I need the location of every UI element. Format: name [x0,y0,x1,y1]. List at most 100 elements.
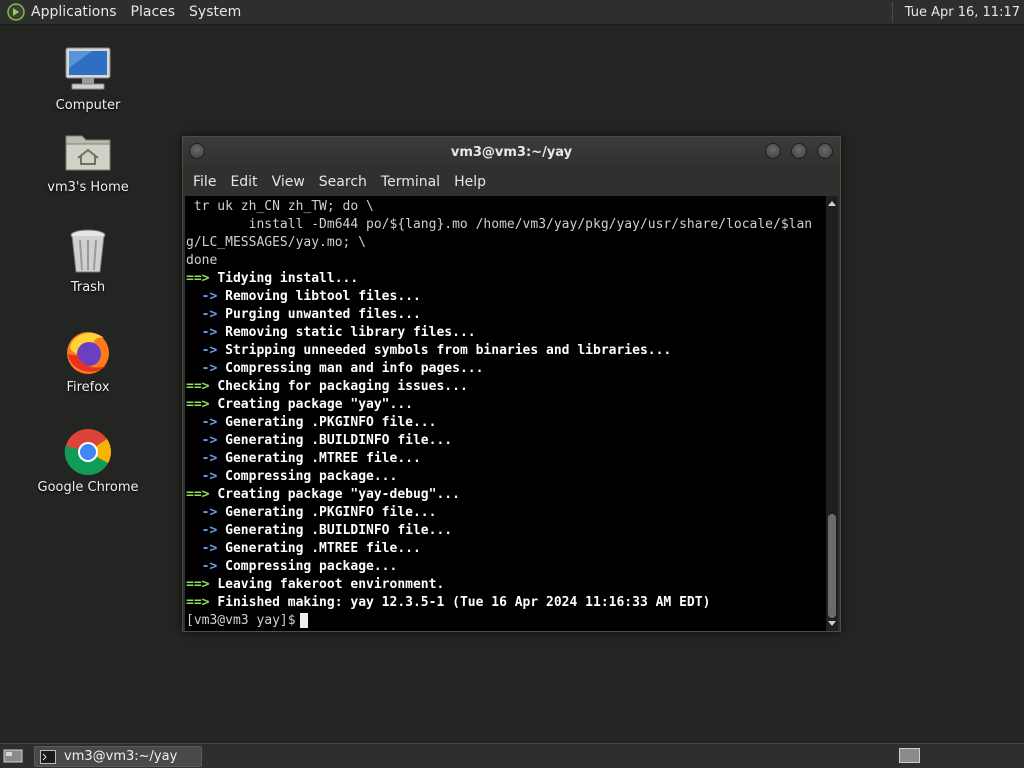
terminal-line: -> Generating .PKGINFO file... [186,504,812,522]
sub-arrow-marker: -> [186,307,226,322]
taskbar-label: vm3@vm3:~/yay [64,749,178,764]
terminal-line: ==> Checking for packaging issues... [186,378,812,396]
terminal-line: ==> Finished making: yay 12.3.5-1 (Tue 1… [186,594,812,612]
menu-system[interactable]: System [189,4,241,20]
menu-applications[interactable]: Applications [31,4,117,20]
menu-edit[interactable]: Edit [230,174,257,190]
terminal-line: done [186,253,218,268]
desktop-icon-home[interactable]: vm3's Home [28,126,148,195]
terminal-line-text: Generating .PKGINFO file... [225,415,437,430]
main-arrow-marker: ==> [186,577,218,592]
computer-icon [65,47,111,90]
terminal-line: -> Purging unwanted files... [186,306,812,324]
desktop-icon-computer[interactable]: Computer [28,44,148,113]
minimize-button[interactable] [765,143,781,159]
close-button[interactable] [817,143,833,159]
scroll-up-arrow-icon[interactable] [828,201,836,206]
main-arrow-marker: ==> [186,379,218,394]
terminal-line: -> Stripping unneeded symbols from binar… [186,342,812,360]
terminal-line-text: Creating package "yay"... [217,397,413,412]
firefox-icon [67,332,109,374]
terminal-window[interactable]: vm3@vm3:~/yay File Edit View Search Term… [182,136,841,632]
menu-file[interactable]: File [193,174,216,190]
terminal-line: -> Generating .MTREE file... [186,540,812,558]
menu-terminal[interactable]: Terminal [381,174,440,190]
mate-logo-icon[interactable] [7,3,25,21]
menu-search[interactable]: Search [319,174,367,190]
desktop-icon-label: Google Chrome [37,480,139,495]
terminal-line: -> Generating .MTREE file... [186,450,812,468]
chrome-icon [64,429,112,475]
terminal-line-text: Tidying install... [217,271,359,286]
terminal-line: tr uk zh_CN zh_TW; do \ [186,199,374,214]
terminal-app-icon [40,749,56,764]
trash-icon [70,229,106,273]
desktop-icon-trash[interactable]: Trash [28,226,148,295]
terminal-line: ==> Leaving fakeroot environment. [186,576,812,594]
terminal-line-text: Compressing package... [225,469,398,484]
terminal-line-text: Generating .BUILDINFO file... [225,523,453,538]
main-arrow-marker: ==> [186,397,218,412]
sub-arrow-marker: -> [186,415,226,430]
clock[interactable]: Tue Apr 16, 11:17 [905,5,1020,20]
sub-arrow-marker: -> [186,361,226,376]
scroll-down-arrow-icon[interactable] [828,621,836,626]
desktop-icon-firefox[interactable]: Firefox [28,326,148,395]
terminal-output[interactable]: tr uk zh_CN zh_TW; do \ install -Dm644 p… [185,196,826,631]
top-panel: Applications Places System Tue Apr 16, 1… [0,0,1024,25]
terminal-line: ==> Creating package "yay-debug"... [186,486,812,504]
terminal-line-text: Removing static library files... [225,325,476,340]
menu-places[interactable]: Places [131,4,176,20]
sub-arrow-marker: -> [186,343,226,358]
terminal-line-text: Leaving fakeroot environment. [217,577,445,592]
terminal-scrollbar[interactable] [826,196,838,631]
main-arrow-marker: ==> [186,271,218,286]
terminal-line-text: Compressing package... [225,559,398,574]
terminal-line: g/LC_MESSAGES/yay.mo; \ [186,235,367,250]
main-arrow-marker: ==> [186,487,218,502]
sub-arrow-marker: -> [186,451,226,466]
terminal-line: ==> Creating package "yay"... [186,396,812,414]
desktop-icon-label: Computer [55,98,121,113]
sub-arrow-marker: -> [186,469,226,484]
sub-arrow-marker: -> [186,325,226,340]
desktop-icon-label: Trash [70,280,106,295]
sub-arrow-marker: -> [186,433,226,448]
taskbar-terminal-button[interactable]: vm3@vm3:~/yay [34,746,202,767]
terminal-line-text: Compressing man and info pages... [225,361,484,376]
sub-arrow-marker: -> [186,289,226,304]
prompt-text: [vm3@vm3 yay]$ [186,613,296,628]
sub-arrow-marker: -> [186,541,226,556]
bottom-panel: vm3@vm3:~/yay [0,743,1024,768]
scrollbar-thumb[interactable] [828,514,836,618]
window-title: vm3@vm3:~/yay [450,145,573,160]
terminal-line: -> Removing static library files... [186,324,812,342]
terminal-line-text: Generating .BUILDINFO file... [225,433,453,448]
terminal-menubar: File Edit View Search Terminal Help [183,167,840,196]
menu-help[interactable]: Help [454,174,486,190]
main-arrow-marker: ==> [186,595,218,610]
terminal-line: -> Generating .PKGINFO file... [186,414,812,432]
desktop-icon-label: Firefox [66,380,110,395]
sub-arrow-marker: -> [186,523,226,538]
terminal-line: ==> Tidying install... [186,270,812,288]
desktop-icon-label: vm3's Home [47,180,129,195]
terminal-line: -> Generating .BUILDINFO file... [186,522,812,540]
panel-separator [891,3,895,21]
workspace-switcher[interactable] [899,748,920,763]
menu-view[interactable]: View [272,174,305,190]
terminal-line-text: Removing libtool files... [225,289,421,304]
maximize-button[interactable] [791,143,807,159]
sub-arrow-marker: -> [186,505,226,520]
terminal-line: install -Dm644 po/${lang}.mo /home/vm3/y… [186,217,813,232]
window-titlebar[interactable]: vm3@vm3:~/yay [183,137,840,167]
terminal-line-text: Checking for packaging issues... [217,379,468,394]
show-desktop-icon[interactable] [3,748,23,764]
shell-prompt[interactable]: [vm3@vm3 yay]$ [186,612,812,630]
desktop-icon-chrome[interactable]: Google Chrome [28,426,148,495]
terminal-line: -> Compressing package... [186,558,812,576]
home-folder-icon [65,135,111,171]
terminal-line: -> Generating .BUILDINFO file... [186,432,812,450]
terminal-line: -> Compressing package... [186,468,812,486]
terminal-line: -> Compressing man and info pages... [186,360,812,378]
